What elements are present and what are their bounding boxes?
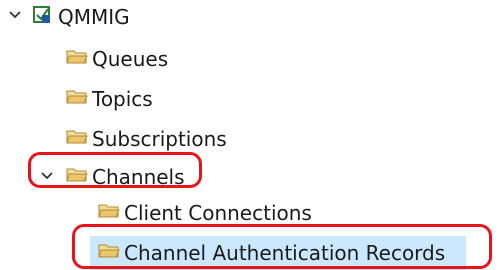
tree-item-topics[interactable]: Topics [66,82,153,116]
tree-item-channels[interactable]: Channels [66,160,185,194]
folder-open-icon [98,241,124,265]
tree-item-label: Queues [92,47,169,71]
tree-item-label: Topics [92,87,153,111]
tree-item-label: QMMIG [58,5,130,29]
folder-open-icon [66,127,92,151]
expand-chevron-icon[interactable] [8,8,22,22]
folder-open-icon [66,87,92,111]
folder-open-icon [66,47,92,71]
expand-chevron-icon[interactable] [40,169,54,183]
tree-item-label: Client Connections [124,201,312,225]
tree-item-queues[interactable]: Queues [66,42,168,76]
tree-item-channel-authentication-records[interactable]: Channel Authentication Records [98,236,445,270]
tree-item-label: Channels [92,165,185,189]
tree-item-client-connections[interactable]: Client Connections [98,196,312,230]
folder-open-icon [98,201,124,225]
tree-item-qmmig[interactable]: QMMIG [32,0,130,34]
queue-manager-icon [32,5,58,30]
tree-item-label: Subscriptions [92,127,227,151]
tree-item-label: Channel Authentication Records [124,241,446,265]
tree-item-subscriptions[interactable]: Subscriptions [66,122,227,156]
folder-open-icon [66,165,92,189]
